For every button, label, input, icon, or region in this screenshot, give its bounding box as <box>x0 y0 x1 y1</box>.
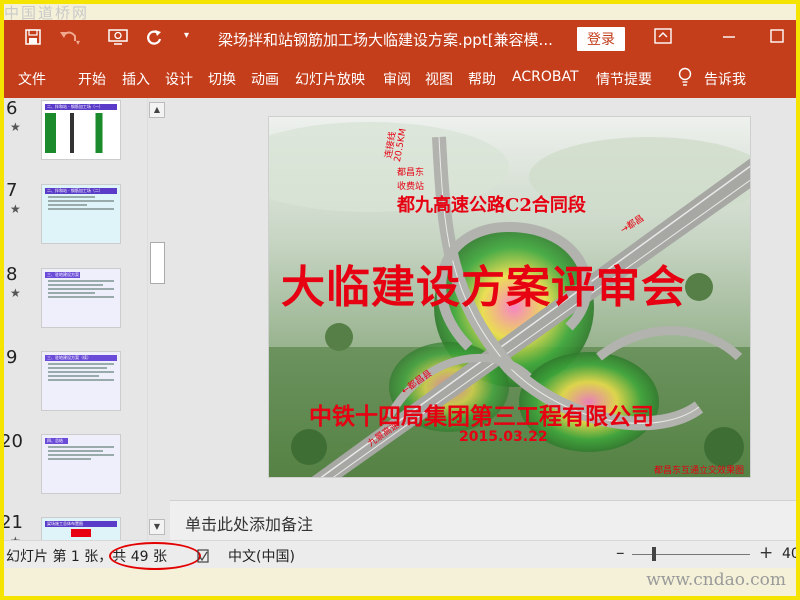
tab-review[interactable]: 审阅 <box>383 69 411 89</box>
slide-main-title: 大临建设方案评审会 <box>281 262 686 313</box>
tab-storyboard[interactable]: 情节提要 <box>596 69 652 89</box>
tab-home[interactable]: 开始 <box>78 69 106 89</box>
zoom-in-icon[interactable]: + <box>759 543 773 563</box>
thumbnail-slide-21[interactable]: 梁场施工总体布置图 <box>41 517 121 540</box>
redo-icon[interactable] <box>144 28 164 52</box>
animation-star-icon: ★ <box>10 202 21 216</box>
zoom-out-icon[interactable]: – <box>616 543 625 563</box>
slide-subtitle: 都九高速公路C2合同段 <box>397 195 586 216</box>
thumb-number: 9 <box>6 347 18 368</box>
slide-thumbnail-panel: 6 ★ 二、拌和站 · 钢筋加工场（一） 7 ★ 二、拌和站 · 钢筋加工场（二… <box>0 98 170 548</box>
thumb-title: 二、拌和站 · 钢筋加工场（二） <box>45 188 117 194</box>
scroll-thumb[interactable] <box>150 242 165 284</box>
login-button[interactable]: 登录 <box>577 27 625 51</box>
scroll-down-icon[interactable]: ▼ <box>149 519 165 535</box>
customize-icon[interactable]: ▾ <box>184 30 189 41</box>
thumb-title: 梁场施工总体布置图 <box>45 521 117 527</box>
scroll-up-icon[interactable]: ▲ <box>149 102 165 118</box>
tab-help[interactable]: 帮助 <box>468 69 496 89</box>
zoom-level[interactable]: 40 <box>782 546 800 562</box>
tab-animations[interactable]: 动画 <box>251 69 279 89</box>
thumb-title: 四、总结 <box>45 438 69 444</box>
current-slide[interactable]: 连接线 20.5KM 都昌东 收费站 →都昌 九景高速 ←都昌县 都九高速公路C… <box>268 116 751 478</box>
tab-insert[interactable]: 插入 <box>122 69 150 89</box>
tab-design[interactable]: 设计 <box>165 69 193 89</box>
animation-star-icon: ★ <box>10 286 21 300</box>
notes-placeholder: 单击此处添加备注 <box>185 515 314 534</box>
ribbon-tabs: 文件 开始 插入 设计 切换 动画 幻灯片放映 审阅 视图 帮助 ACROBAT… <box>4 58 796 98</box>
zoom-slider[interactable] <box>632 554 750 555</box>
document-title: 梁场拌和站钢筋加工场大临建设方案.ppt[兼容模... <box>218 31 553 49</box>
slide-organization: 中铁十四局集团第三工程有限公司 <box>309 403 654 430</box>
thumbnail-slide-9[interactable]: 三、驻地建设方案（续） <box>41 351 121 411</box>
undo-icon[interactable]: ▾ <box>58 27 80 51</box>
thumb-title: 三、驻地建设方案 <box>45 272 81 278</box>
spellcheck-icon[interactable] <box>197 548 209 567</box>
tab-slideshow[interactable]: 幻灯片放映 <box>295 69 365 89</box>
notes-pane[interactable]: 单击此处添加备注 <box>170 500 796 540</box>
highlight-oval <box>109 542 201 570</box>
svg-text:▾: ▾ <box>76 38 80 47</box>
status-bar: 幻灯片 第 1 张，共 49 张 中文(中国) – + 40 <box>4 540 800 570</box>
thumb-diagram <box>45 113 117 153</box>
thumbnail-scrollbar[interactable]: ▲ ▼ <box>147 98 166 540</box>
thumb-number: 8 <box>6 264 18 285</box>
maximize-icon[interactable] <box>770 28 784 48</box>
tab-file[interactable]: 文件 <box>18 69 46 89</box>
animation-star-icon: ★ <box>10 120 21 134</box>
watermark-top: 中国道桥网 <box>4 4 90 22</box>
zoom-slider-handle[interactable] <box>652 547 656 561</box>
thumbnail-slide-20[interactable]: 四、总结 <box>41 434 121 494</box>
ribbon-display-icon[interactable] <box>654 28 672 48</box>
slide-date: 2015.03.22 <box>459 429 548 445</box>
thumb-number: 21 <box>0 512 23 533</box>
slide-canvas: 连接线 20.5KM 都昌东 收费站 →都昌 九景高速 ←都昌县 都九高速公路C… <box>170 98 796 498</box>
minimize-icon[interactable] <box>722 28 736 48</box>
tab-transitions[interactable]: 切换 <box>208 69 236 89</box>
language-indicator[interactable]: 中文(中国) <box>228 546 295 566</box>
save-icon[interactable] <box>18 29 48 50</box>
road-label: 都昌东 <box>397 168 425 178</box>
watermark-bottom: www.cndao.com <box>646 570 786 590</box>
thumb-number: 20 <box>0 431 23 452</box>
present-icon[interactable] <box>108 28 128 50</box>
tab-view[interactable]: 视图 <box>425 69 453 89</box>
lightbulb-icon[interactable] <box>677 67 693 91</box>
thumbnail-slide-6[interactable]: 二、拌和站 · 钢筋加工场（一） <box>41 100 121 160</box>
thumb-title: 二、拌和站 · 钢筋加工场（一） <box>45 104 117 110</box>
title-bar: ▾ ▾ 梁场拌和站钢筋加工场大临建设方案.ppt[兼容模... 登录 <box>4 20 796 58</box>
thumbnail-slide-8[interactable]: 三、驻地建设方案 <box>41 268 121 328</box>
slide-caption: 都昌东互通立交效果图 <box>653 466 744 476</box>
thumb-number: 7 <box>6 180 18 201</box>
tell-me-button[interactable]: 告诉我 <box>704 69 746 89</box>
workspace: 6 ★ 二、拌和站 · 钢筋加工场（一） 7 ★ 二、拌和站 · 钢筋加工场（二… <box>0 98 796 548</box>
thumbnail-slide-7[interactable]: 二、拌和站 · 钢筋加工场（二） <box>41 184 121 244</box>
tab-acrobat[interactable]: ACROBAT <box>512 69 579 85</box>
thumb-title: 三、驻地建设方案（续） <box>45 355 117 361</box>
thumb-number: 6 <box>6 98 18 119</box>
